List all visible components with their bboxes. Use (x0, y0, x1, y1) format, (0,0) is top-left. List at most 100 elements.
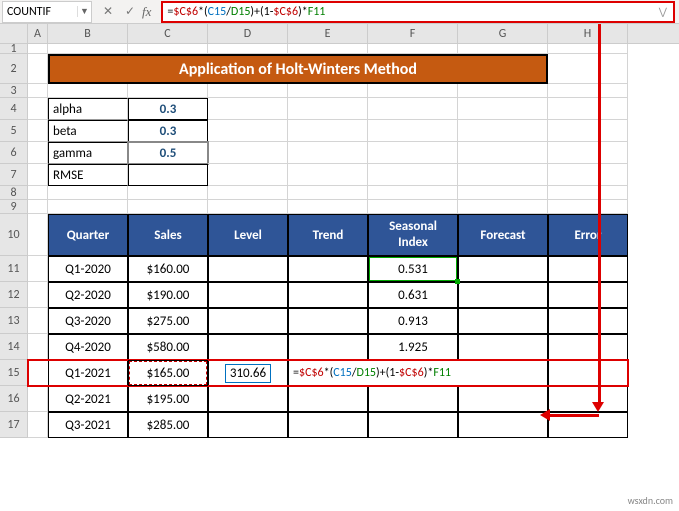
table-cell[interactable] (208, 386, 288, 412)
col-header[interactable]: D (208, 24, 288, 43)
col-header[interactable]: C (128, 24, 208, 43)
table-cell[interactable]: 0.531 (368, 256, 458, 282)
cell[interactable] (458, 186, 548, 200)
cell[interactable] (28, 164, 48, 186)
table-cell[interactable] (458, 256, 548, 282)
cell[interactable] (288, 44, 368, 54)
chevron-down-icon[interactable]: ▼ (77, 6, 91, 17)
cell[interactable] (48, 200, 128, 214)
banner-title[interactable]: Application of Holt-Winters Method (48, 54, 548, 84)
cell[interactable] (288, 98, 368, 120)
row-header[interactable]: 9 (0, 200, 28, 214)
th-level[interactable]: Level (208, 214, 288, 256)
table-cell[interactable] (548, 256, 628, 282)
cell[interactable] (288, 120, 368, 142)
worksheet[interactable]: Application of Holt-Winters Method alpha… (28, 44, 628, 438)
accept-formula-icon[interactable]: ✓ (120, 4, 140, 19)
cell[interactable] (28, 84, 48, 98)
table-cell[interactable]: Q1-2021 (48, 360, 128, 386)
param-rmse-value[interactable] (128, 164, 208, 186)
param-rmse-label[interactable]: RMSE (48, 164, 128, 186)
table-cell[interactable]: $580.00 (128, 334, 208, 360)
table-cell[interactable]: Q4-2020 (48, 334, 128, 360)
row-header[interactable]: 8 (0, 186, 28, 200)
table-cell[interactable] (458, 334, 548, 360)
cell[interactable] (208, 98, 288, 120)
cell[interactable] (28, 120, 48, 142)
cell[interactable] (28, 386, 48, 412)
formula-bar[interactable]: =$C$6*(C15/D15)+(1-$C$6)*F11 ⋁ (161, 1, 675, 23)
row-header[interactable]: 11 (0, 256, 28, 282)
row-header[interactable]: 7 (0, 164, 28, 186)
cell[interactable] (548, 200, 628, 214)
cell[interactable] (208, 44, 288, 54)
col-header[interactable]: H (548, 24, 628, 43)
row-header[interactable]: 5 (0, 120, 28, 142)
row-header[interactable]: 10 (0, 214, 28, 256)
table-cell[interactable] (548, 334, 628, 360)
table-cell[interactable] (458, 282, 548, 308)
param-gamma-label[interactable]: gamma (48, 142, 128, 164)
th-error[interactable]: Error (548, 214, 628, 256)
cell[interactable] (458, 200, 548, 214)
cell[interactable] (288, 186, 368, 200)
param-beta-label[interactable]: beta (48, 120, 128, 142)
table-cell[interactable]: 1.925 (368, 334, 458, 360)
table-cell[interactable] (288, 282, 368, 308)
cell[interactable] (28, 308, 48, 334)
cell[interactable] (458, 120, 548, 142)
table-cell[interactable]: Q3-2021 (48, 412, 128, 438)
col-header[interactable]: F (368, 24, 458, 43)
cell[interactable] (128, 44, 208, 54)
cell[interactable] (458, 164, 548, 186)
active-formula-cell[interactable]: =$C$6*(C15/D15)+(1-$C$6)*F11 (288, 360, 548, 386)
table-cell[interactable]: $275.00 (128, 308, 208, 334)
cell[interactable] (28, 44, 48, 54)
table-cell[interactable]: $165.00 (128, 360, 208, 386)
col-header[interactable]: G (458, 24, 548, 43)
table-cell[interactable]: $195.00 (128, 386, 208, 412)
table-cell[interactable]: 0.913 (368, 308, 458, 334)
cancel-formula-icon[interactable]: ✕ (98, 4, 118, 19)
row-header[interactable]: 4 (0, 98, 28, 120)
table-cell[interactable]: $190.00 (128, 282, 208, 308)
cell[interactable] (28, 186, 48, 200)
cell[interactable] (128, 186, 208, 200)
cell[interactable] (48, 84, 128, 98)
table-cell[interactable] (458, 412, 548, 438)
cell[interactable] (548, 44, 628, 54)
cell[interactable] (368, 186, 458, 200)
row-header[interactable]: 15 (0, 360, 28, 386)
cell[interactable] (28, 360, 48, 386)
cell[interactable] (208, 186, 288, 200)
table-cell[interactable] (208, 412, 288, 438)
cell[interactable] (288, 164, 368, 186)
cell[interactable] (28, 282, 48, 308)
cell[interactable] (548, 84, 628, 98)
table-cell[interactable] (458, 308, 548, 334)
table-cell[interactable]: $160.00 (128, 256, 208, 282)
row-header[interactable]: 12 (0, 282, 28, 308)
cell[interactable] (128, 84, 208, 98)
row-header[interactable]: 14 (0, 334, 28, 360)
table-cell[interactable]: 0.631 (368, 282, 458, 308)
th-forecast[interactable]: Forecast (458, 214, 548, 256)
cell[interactable] (208, 120, 288, 142)
table-cell[interactable] (458, 386, 548, 412)
th-sales[interactable]: Sales (128, 214, 208, 256)
cell[interactable] (368, 164, 458, 186)
cell[interactable] (548, 186, 628, 200)
col-header[interactable]: B (48, 24, 128, 43)
table-cell[interactable] (288, 386, 368, 412)
cell[interactable] (28, 200, 48, 214)
cell[interactable] (288, 84, 368, 98)
cell[interactable] (548, 98, 628, 120)
row-header[interactable]: 6 (0, 142, 28, 164)
col-header[interactable]: E (288, 24, 368, 43)
table-cell[interactable] (208, 256, 288, 282)
cell[interactable] (208, 164, 288, 186)
fx-icon[interactable]: fx (142, 4, 151, 20)
table-cell[interactable]: Q2-2020 (48, 282, 128, 308)
table-cell[interactable]: Q3-2020 (48, 308, 128, 334)
row-header[interactable]: 1 (0, 44, 28, 54)
